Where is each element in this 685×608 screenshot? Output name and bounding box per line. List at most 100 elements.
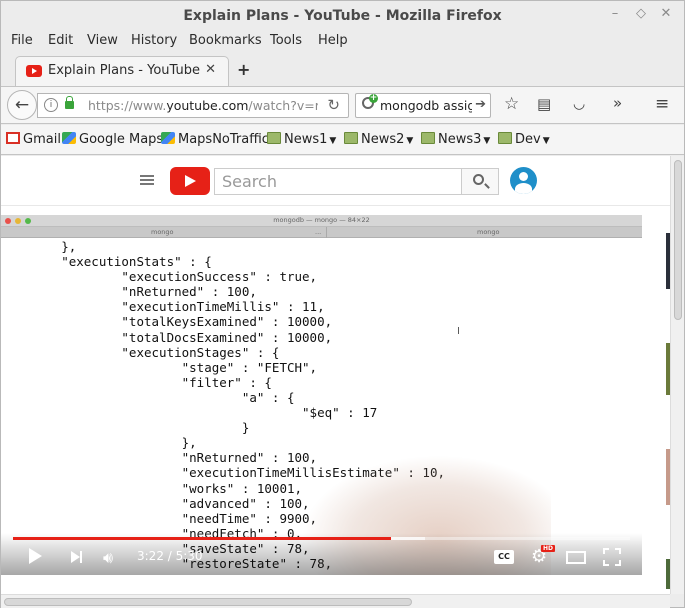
- captions-button[interactable]: CC: [494, 550, 514, 564]
- folder-icon: [344, 132, 358, 144]
- bookmark-label: News3: [438, 132, 482, 147]
- terminal-title-bar: mongodb — mongo — 84×22: [1, 215, 642, 227]
- play-button[interactable]: [29, 548, 42, 564]
- reload-icon[interactable]: ↻: [327, 96, 340, 114]
- page-content: Search mongodb — mongo — 84×22 mongo ...…: [1, 156, 670, 594]
- tab-strip: Explain Plans - YouTube ✕ +: [1, 54, 684, 86]
- maximize-button[interactable]: ◇: [633, 6, 649, 22]
- menu-tools[interactable]: Tools: [270, 33, 302, 48]
- progress-bar[interactable]: [13, 537, 630, 540]
- new-tab-button[interactable]: +: [237, 60, 250, 79]
- fullscreen-button[interactable]: [603, 548, 621, 566]
- search-bar[interactable]: + mongodb assign ➔: [355, 93, 491, 118]
- vertical-scroll-thumb[interactable]: [674, 160, 682, 320]
- menu-bar: File Edit View History Bookmarks Tools H…: [1, 30, 684, 52]
- menu-history[interactable]: History: [131, 33, 177, 48]
- code-line: "stage" : "FETCH",: [1, 359, 318, 375]
- chevron-down-icon: ▼: [329, 136, 337, 146]
- bookmark-label: Gmail: [23, 132, 61, 147]
- guide-menu-icon[interactable]: [140, 175, 154, 185]
- search-go-icon[interactable]: ➔: [475, 97, 486, 112]
- url-text[interactable]: https://www.youtube.com/watch?v=r: [88, 98, 318, 113]
- youtube-favicon-icon: [26, 65, 42, 77]
- code-line: },: [1, 239, 77, 254]
- overflow-menu-icon[interactable]: »: [613, 94, 622, 112]
- title-bar: Explain Plans - YouTube - Mozilla Firefo…: [1, 1, 684, 30]
- tab-explain-plans[interactable]: Explain Plans - YouTube ✕: [15, 56, 229, 86]
- info-icon[interactable]: i: [44, 98, 58, 112]
- code-line: "executionStages" : {: [1, 344, 280, 360]
- theater-mode-button[interactable]: [566, 551, 586, 564]
- tab-close-icon[interactable]: ✕: [205, 62, 216, 77]
- bookmark-label: News1: [284, 132, 328, 147]
- youtube-logo[interactable]: [170, 167, 210, 195]
- terminal-tab-more: ...: [315, 228, 322, 236]
- code-line: "totalKeysExamined" : 10000,: [1, 314, 333, 330]
- terminal-title: mongodb — mongo — 84×22: [273, 216, 370, 224]
- search-icon: [473, 174, 484, 185]
- terminal-tab-divider: [326, 227, 327, 238]
- add-search-engine-icon: +: [369, 93, 378, 103]
- back-arrow-icon: ←: [14, 95, 30, 115]
- url-path: /watch?v=r: [248, 98, 318, 113]
- bookmark-google-maps[interactable]: Google Maps: [62, 132, 163, 147]
- bookmark-folder-news1[interactable]: News1 ▼: [267, 132, 336, 147]
- folder-icon: [267, 132, 281, 144]
- folder-icon: [498, 132, 512, 144]
- folder-icon: [421, 132, 435, 144]
- menu-edit[interactable]: Edit: [48, 33, 73, 48]
- time-display: 3:22 / 5:30: [137, 549, 203, 563]
- chevron-down-icon: ▼: [542, 136, 550, 146]
- firefox-window: Explain Plans - YouTube - Mozilla Firefo…: [0, 0, 685, 608]
- gmail-icon: [6, 132, 20, 144]
- youtube-search-input[interactable]: Search: [214, 168, 462, 195]
- volume-icon[interactable]: 🔊︎: [103, 548, 113, 568]
- minimize-button[interactable]: –: [607, 6, 623, 22]
- code-line: "nReturned" : 100,: [1, 284, 257, 300]
- url-bar[interactable]: i https://www.youtube.com/watch?v=r ↻: [37, 93, 349, 118]
- bookmark-gmail[interactable]: Gmail: [6, 132, 61, 147]
- bookmark-folder-dev[interactable]: Dev ▼: [498, 132, 550, 147]
- youtube-header: Search: [1, 156, 670, 206]
- next-video-button[interactable]: [71, 551, 82, 563]
- menu-view[interactable]: View: [87, 33, 118, 48]
- menu-bookmarks[interactable]: Bookmarks: [189, 33, 262, 48]
- bookmark-label: News2: [361, 132, 405, 147]
- code-line: "$eq" : 17: [1, 405, 378, 421]
- bookmark-folder-news2[interactable]: News2 ▼: [344, 132, 413, 147]
- navigation-toolbar: i https://www.youtube.com/watch?v=r ↻ ← …: [1, 86, 684, 124]
- url-host: youtube.com: [166, 98, 249, 113]
- related-videos-strip[interactable]: [654, 219, 670, 591]
- bookmark-label: Google Maps: [79, 132, 164, 147]
- bookmark-folder-news3[interactable]: News3 ▼: [421, 132, 490, 147]
- pocket-icon[interactable]: ◡: [573, 96, 585, 112]
- tab-title: Explain Plans - YouTube: [48, 63, 200, 78]
- youtube-search-button[interactable]: [462, 168, 499, 195]
- bookmark-star-icon[interactable]: ☆: [504, 94, 519, 114]
- back-button[interactable]: ←: [7, 90, 37, 120]
- search-input[interactable]: mongodb assign: [380, 98, 472, 113]
- close-window-button[interactable]: ✕: [658, 6, 674, 22]
- avatar[interactable]: [510, 167, 537, 194]
- menu-help[interactable]: Help: [318, 33, 348, 48]
- terminal-tabs: mongo ... mongo: [1, 227, 642, 238]
- terminal-tab: mongo: [477, 228, 500, 236]
- code-line: }: [1, 420, 250, 436]
- horizontal-scrollbar[interactable]: [1, 594, 670, 608]
- window-title: Explain Plans - YouTube - Mozilla Firefo…: [183, 8, 502, 24]
- library-icon[interactable]: ▤: [537, 95, 551, 113]
- bookmark-mapsnotraffic[interactable]: MapsNoTraffic: [161, 132, 269, 147]
- lock-icon[interactable]: [65, 96, 74, 109]
- vertical-scrollbar[interactable]: [670, 156, 684, 594]
- menu-file[interactable]: File: [11, 33, 33, 48]
- video-player[interactable]: mongodb — mongo — 84×22 mongo ... mongo …: [1, 215, 642, 575]
- hd-badge: HD: [541, 545, 556, 552]
- text-cursor-icon: I: [457, 326, 460, 337]
- code-line: "executionStats" : {: [1, 254, 212, 270]
- chevron-down-icon: ▼: [406, 136, 414, 146]
- terminal-tab: mongo: [151, 228, 174, 236]
- hamburger-menu-icon[interactable]: ≡: [655, 94, 669, 114]
- url-prefix: https://www.: [88, 98, 167, 113]
- horizontal-scroll-thumb[interactable]: [4, 598, 412, 606]
- played-bar: [13, 537, 391, 540]
